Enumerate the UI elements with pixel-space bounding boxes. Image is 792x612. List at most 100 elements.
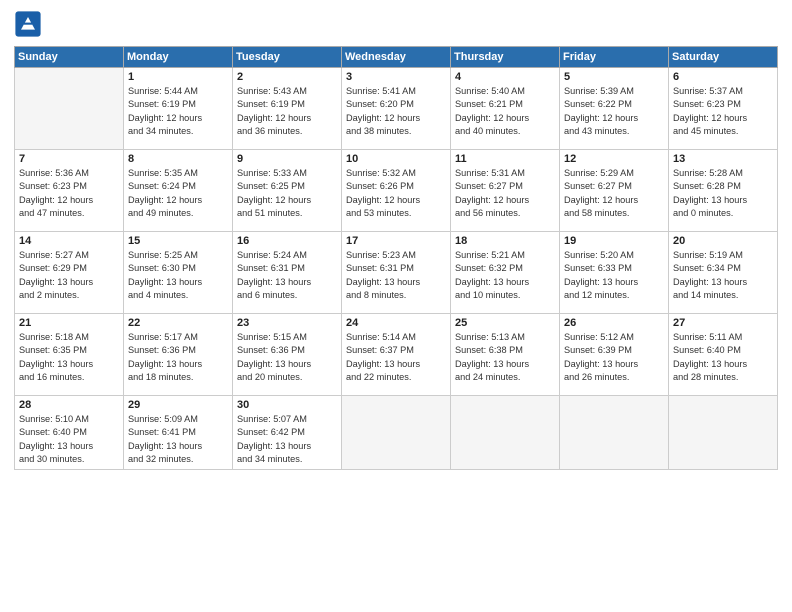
- day-number: 13: [673, 153, 773, 165]
- day-info: Sunrise: 5:44 AM Sunset: 6:19 PM Dayligh…: [128, 85, 228, 138]
- day-number: 30: [237, 399, 337, 411]
- day-info: Sunrise: 5:10 AM Sunset: 6:40 PM Dayligh…: [19, 413, 119, 466]
- day-number: 20: [673, 235, 773, 247]
- page: SundayMondayTuesdayWednesdayThursdayFrid…: [0, 0, 792, 612]
- calendar-day-cell: 22Sunrise: 5:17 AM Sunset: 6:36 PM Dayli…: [124, 314, 233, 396]
- calendar-week-row: 14 Sunrise: 5:27 AM Sunset: 6:29 PM Dayli…: [15, 232, 778, 314]
- weekday-header-row: SundayMondayTuesdayWednesdayThursdayFrid…: [15, 47, 778, 68]
- day-number: 21: [19, 317, 119, 329]
- day-number: 1: [128, 71, 228, 83]
- day-info: Sunrise: 5:37 AM Sunset: 6:23 PM Dayligh…: [673, 85, 773, 138]
- calendar-day-cell: 9 Sunrise: 5:33 AM Sunset: 6:25 PM Daylig…: [233, 150, 342, 232]
- day-number: 14: [19, 235, 119, 247]
- calendar-day-cell: 7 Sunrise: 5:36 AM Sunset: 6:23 PM Daylig…: [15, 150, 124, 232]
- calendar-day-cell: 8 Sunrise: 5:35 AM Sunset: 6:24 PM Daylig…: [124, 150, 233, 232]
- calendar-day-cell: 14 Sunrise: 5:27 AM Sunset: 6:29 PM Dayli…: [15, 232, 124, 314]
- calendar-day-cell: 15 Sunrise: 5:25 AM Sunset: 6:30 PM Dayli…: [124, 232, 233, 314]
- day-info: Sunrise: 5:12 AM Sunset: 6:39 PM Dayligh…: [564, 331, 664, 384]
- calendar: SundayMondayTuesdayWednesdayThursdayFrid…: [14, 46, 778, 470]
- day-info: Sunrise: 5:36 AM Sunset: 6:23 PM Dayligh…: [19, 167, 119, 220]
- day-number: 28: [19, 399, 119, 411]
- day-info: Sunrise: 5:15 AM Sunset: 6:36 PM Dayligh…: [237, 331, 337, 384]
- calendar-day-cell: 3 Sunrise: 5:41 AM Sunset: 6:20 PM Daylig…: [342, 68, 451, 150]
- calendar-day-cell: 1 Sunrise: 5:44 AM Sunset: 6:19 PM Daylig…: [124, 68, 233, 150]
- calendar-day-cell: 29 Sunrise: 5:09 AM Sunset: 6:41 PM Dayli…: [124, 396, 233, 470]
- day-info: Sunrise: 5:09 AM Sunset: 6:41 PM Dayligh…: [128, 413, 228, 466]
- day-info: Sunrise: 5:35 AM Sunset: 6:24 PM Dayligh…: [128, 167, 228, 220]
- calendar-day-cell: 27 Sunrise: 5:11 AM Sunset: 6:40 PM Dayli…: [669, 314, 778, 396]
- day-info: Sunrise: 5:13 AM Sunset: 6:38 PM Dayligh…: [455, 331, 555, 384]
- day-number: 23: [237, 317, 337, 329]
- day-info: Sunrise: 5:21 AM Sunset: 6:32 PM Dayligh…: [455, 249, 555, 302]
- calendar-day-cell: 23 Sunrise: 5:15 AM Sunset: 6:36 PM Dayli…: [233, 314, 342, 396]
- calendar-day-cell: [560, 396, 669, 470]
- calendar-day-cell: 10 Sunrise: 5:32 AM Sunset: 6:26 PM Dayli…: [342, 150, 451, 232]
- day-number: 12: [564, 153, 664, 165]
- day-number: 10: [346, 153, 446, 165]
- calendar-week-row: 28 Sunrise: 5:10 AM Sunset: 6:40 PM Dayli…: [15, 396, 778, 470]
- day-number: 6: [673, 71, 773, 83]
- header: [14, 10, 778, 38]
- day-info: Sunrise: 5:32 AM Sunset: 6:26 PM Dayligh…: [346, 167, 446, 220]
- day-number: 24: [346, 317, 446, 329]
- day-info: Sunrise: 5:41 AM Sunset: 6:20 PM Dayligh…: [346, 85, 446, 138]
- day-info: Sunrise: 5:24 AM Sunset: 6:31 PM Dayligh…: [237, 249, 337, 302]
- calendar-day-cell: 25Sunrise: 5:13 AM Sunset: 6:38 PM Dayli…: [451, 314, 560, 396]
- weekday-header: Tuesday: [233, 47, 342, 68]
- day-info: Sunrise: 5:11 AM Sunset: 6:40 PM Dayligh…: [673, 331, 773, 384]
- logo: [14, 10, 46, 38]
- calendar-day-cell: 19 Sunrise: 5:20 AM Sunset: 6:33 PM Dayli…: [560, 232, 669, 314]
- day-number: 26: [564, 317, 664, 329]
- calendar-day-cell: 2Sunrise: 5:43 AM Sunset: 6:19 PM Daylig…: [233, 68, 342, 150]
- day-number: 19: [564, 235, 664, 247]
- calendar-day-cell: 5 Sunrise: 5:39 AM Sunset: 6:22 PM Daylig…: [560, 68, 669, 150]
- calendar-day-cell: 20 Sunrise: 5:19 AM Sunset: 6:34 PM Dayli…: [669, 232, 778, 314]
- calendar-day-cell: 24 Sunrise: 5:14 AM Sunset: 6:37 PM Dayli…: [342, 314, 451, 396]
- day-number: 3: [346, 71, 446, 83]
- calendar-day-cell: 17Sunrise: 5:23 AM Sunset: 6:31 PM Dayli…: [342, 232, 451, 314]
- day-number: 17: [346, 235, 446, 247]
- day-number: 29: [128, 399, 228, 411]
- calendar-day-cell: 21 Sunrise: 5:18 AM Sunset: 6:35 PM Dayli…: [15, 314, 124, 396]
- day-number: 7: [19, 153, 119, 165]
- day-info: Sunrise: 5:40 AM Sunset: 6:21 PM Dayligh…: [455, 85, 555, 138]
- day-info: Sunrise: 5:39 AM Sunset: 6:22 PM Dayligh…: [564, 85, 664, 138]
- day-info: Sunrise: 5:31 AM Sunset: 6:27 PM Dayligh…: [455, 167, 555, 220]
- day-info: Sunrise: 5:17 AM Sunset: 6:36 PM Dayligh…: [128, 331, 228, 384]
- day-info: Sunrise: 5:28 AM Sunset: 6:28 PM Dayligh…: [673, 167, 773, 220]
- weekday-header: Wednesday: [342, 47, 451, 68]
- calendar-day-cell: 30 Sunrise: 5:07 AM Sunset: 6:42 PM Dayli…: [233, 396, 342, 470]
- weekday-header: Friday: [560, 47, 669, 68]
- day-info: Sunrise: 5:27 AM Sunset: 6:29 PM Dayligh…: [19, 249, 119, 302]
- day-number: 5: [564, 71, 664, 83]
- calendar-day-cell: 28 Sunrise: 5:10 AM Sunset: 6:40 PM Dayli…: [15, 396, 124, 470]
- day-info: Sunrise: 5:19 AM Sunset: 6:34 PM Dayligh…: [673, 249, 773, 302]
- calendar-day-cell: [342, 396, 451, 470]
- day-info: Sunrise: 5:29 AM Sunset: 6:27 PM Dayligh…: [564, 167, 664, 220]
- day-info: Sunrise: 5:14 AM Sunset: 6:37 PM Dayligh…: [346, 331, 446, 384]
- calendar-day-cell: 11 Sunrise: 5:31 AM Sunset: 6:27 PM Dayli…: [451, 150, 560, 232]
- day-info: Sunrise: 5:43 AM Sunset: 6:19 PM Dayligh…: [237, 85, 337, 138]
- calendar-day-cell: 6 Sunrise: 5:37 AM Sunset: 6:23 PM Daylig…: [669, 68, 778, 150]
- weekday-header: Sunday: [15, 47, 124, 68]
- day-info: Sunrise: 5:07 AM Sunset: 6:42 PM Dayligh…: [237, 413, 337, 466]
- calendar-day-cell: 26 Sunrise: 5:12 AM Sunset: 6:39 PM Dayli…: [560, 314, 669, 396]
- calendar-day-cell: 18Sunrise: 5:21 AM Sunset: 6:32 PM Dayli…: [451, 232, 560, 314]
- calendar-week-row: 1 Sunrise: 5:44 AM Sunset: 6:19 PM Daylig…: [15, 68, 778, 150]
- day-number: 8: [128, 153, 228, 165]
- calendar-day-cell: [669, 396, 778, 470]
- calendar-week-row: 7 Sunrise: 5:36 AM Sunset: 6:23 PM Daylig…: [15, 150, 778, 232]
- weekday-header: Monday: [124, 47, 233, 68]
- day-number: 27: [673, 317, 773, 329]
- day-info: Sunrise: 5:25 AM Sunset: 6:30 PM Dayligh…: [128, 249, 228, 302]
- day-number: 11: [455, 153, 555, 165]
- day-info: Sunrise: 5:33 AM Sunset: 6:25 PM Dayligh…: [237, 167, 337, 220]
- calendar-day-cell: 13 Sunrise: 5:28 AM Sunset: 6:28 PM Dayli…: [669, 150, 778, 232]
- day-number: 16: [237, 235, 337, 247]
- day-number: 15: [128, 235, 228, 247]
- day-info: Sunrise: 5:18 AM Sunset: 6:35 PM Dayligh…: [19, 331, 119, 384]
- day-number: 9: [237, 153, 337, 165]
- weekday-header: Saturday: [669, 47, 778, 68]
- calendar-day-cell: 16 Sunrise: 5:24 AM Sunset: 6:31 PM Dayli…: [233, 232, 342, 314]
- day-info: Sunrise: 5:20 AM Sunset: 6:33 PM Dayligh…: [564, 249, 664, 302]
